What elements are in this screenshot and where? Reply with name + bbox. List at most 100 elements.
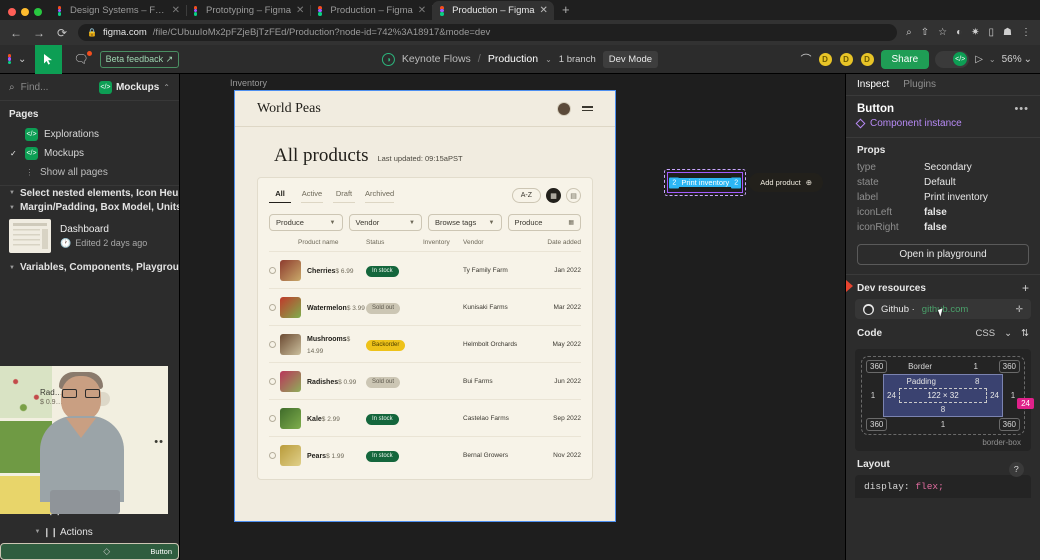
share-icon[interactable]: ⇧ (921, 27, 929, 38)
forward-icon[interactable]: → (32, 26, 46, 40)
video-call-thumbnail[interactable]: Rad… $ 0.9… Sold out stock stock •• (0, 366, 168, 514)
tab-plugins[interactable]: Plugins (903, 79, 936, 90)
close-tab-icon[interactable]: ✕ (418, 5, 426, 16)
maximize-window-button[interactable] (34, 8, 42, 16)
layer-row-button-selected[interactable]: ◇ Button (0, 543, 179, 560)
section-header-margin[interactable]: ▼ Margin/Padding, Box Model, Units (0, 199, 179, 215)
back-icon[interactable]: ← (9, 26, 23, 40)
tab-all[interactable]: All (269, 189, 291, 203)
filter-date[interactable]: Produce ▦ (507, 214, 581, 231)
component-instance-row[interactable]: Component instance (846, 118, 1040, 137)
zoom-icon[interactable]: ⌕ (906, 27, 912, 38)
move-tool-button[interactable] (35, 44, 63, 74)
layout-code-block[interactable]: ? display: flex; (855, 462, 1031, 498)
tab-archived[interactable]: Archived (365, 189, 395, 203)
figma-main-menu-button[interactable]: ⌄ (8, 54, 26, 65)
dev-mode-toggle[interactable]: </> (935, 50, 970, 68)
row-select-radio[interactable] (269, 340, 280, 348)
dev-resource-github[interactable]: ⬤ Github · github.com ✛ (855, 299, 1031, 319)
design-canvas[interactable]: Inventory World Peas All products Last u… (180, 74, 845, 560)
list-view-button[interactable]: ▤ (566, 188, 581, 203)
prop-value[interactable]: false (924, 207, 947, 218)
table-row[interactable]: Watermelon$ 3.99 Sold out Kunisaki Farms Ma… (269, 288, 581, 325)
window-controls[interactable] (6, 8, 50, 20)
share-button[interactable]: Share (880, 49, 930, 69)
branch-label[interactable]: 1 branch (559, 54, 596, 65)
resource-link[interactable]: github.com (922, 304, 968, 315)
code-settings-icon[interactable]: ⇅ (1021, 328, 1029, 339)
present-icon[interactable]: ▷ (975, 54, 983, 65)
row-select-radio[interactable] (269, 414, 280, 422)
filter-produce[interactable]: Produce ▼ (269, 214, 343, 231)
table-row[interactable]: Kale$ 2.99 In stock Castelao Farms Sep 2022 (269, 399, 581, 436)
chevron-down-icon[interactable]: ▼ (32, 529, 43, 535)
chevron-down-icon[interactable]: ⌄ (1004, 328, 1012, 339)
prop-value[interactable]: Print inventory (924, 192, 988, 203)
beta-feedback-button[interactable]: Beta feedback ↗ (99, 50, 180, 68)
search-input[interactable]: Find... (21, 82, 93, 93)
tab-draft[interactable]: Draft (333, 189, 355, 203)
collaborator-avatar[interactable]: D (859, 51, 875, 67)
sort-az-button[interactable]: A-Z (511, 188, 541, 203)
page-item-explorations[interactable]: </> Explorations (0, 125, 179, 144)
layer-row-actions[interactable]: ▼ ❙❙ Actions (0, 521, 179, 543)
table-row[interactable]: Pears$ 1.99 In stock Bernal Growers Nov 202… (269, 436, 581, 473)
browser-menu-icon[interactable]: ⋮ (1021, 27, 1031, 38)
tab-active[interactable]: Active (301, 189, 323, 203)
print-inventory-selection[interactable]: 2 Print inventory 2 (664, 169, 747, 196)
resource-action-icon[interactable]: ✛ (1015, 304, 1023, 315)
browser-tab[interactable]: Production – Figma ✕ (310, 1, 433, 20)
table-row[interactable]: Mushrooms$ 14.99 Backorder Helmbolt Orchar… (269, 325, 581, 362)
zoom-level-button[interactable]: 56% ⌄ (1002, 54, 1032, 65)
hamburger-menu-icon[interactable] (582, 106, 593, 111)
collaborator-avatar[interactable]: D (838, 51, 854, 67)
code-language-select[interactable]: CSS (976, 328, 996, 339)
help-icon[interactable]: ? (1009, 462, 1024, 477)
close-tab-icon[interactable]: ✕ (172, 5, 180, 16)
avatar[interactable] (558, 102, 570, 115)
add-product-button[interactable]: Add product ⊕ (749, 173, 823, 192)
grid-view-button[interactable]: ▦ (546, 188, 561, 203)
breadcrumb-file[interactable]: Production (488, 53, 538, 65)
sidepanel-icon[interactable]: ▯ (989, 27, 995, 38)
video-more-icon[interactable]: •• (154, 436, 164, 448)
new-tab-button[interactable]: + (554, 2, 578, 20)
page-selector-button[interactable]: </> Mockups ⌃ (98, 80, 170, 94)
table-row[interactable]: Radishes$ 0.99 Sold out Bui Farms Jun 2022 (269, 362, 581, 399)
page-item-show-all[interactable]: ⋮ Show all pages (0, 163, 179, 182)
print-inventory-button[interactable]: 2 Print inventory 2 (668, 173, 743, 192)
section-header-variables[interactable]: ▼ Variables, Components, Playground, Dev… (0, 259, 179, 275)
add-resource-button[interactable]: + (1022, 281, 1029, 295)
frame-name-label[interactable]: Inventory (230, 78, 267, 88)
avatar-icon[interactable]: ☗ (1003, 27, 1012, 38)
close-tab-icon[interactable]: ✕ (540, 5, 548, 16)
filter-browse-tags[interactable]: Browse tags ▼ (428, 214, 502, 231)
collaborator-avatar[interactable]: D (817, 51, 833, 67)
present-chevron-down-icon[interactable]: ⌄ (989, 55, 996, 64)
table-row[interactable]: Cherries$ 6.99 In stock Ty Family Farm Jan … (269, 251, 581, 288)
close-tab-icon[interactable]: ✕ (296, 5, 304, 16)
row-select-radio[interactable] (269, 303, 280, 311)
row-select-radio[interactable] (269, 377, 280, 385)
reload-icon[interactable]: ⟳ (55, 26, 69, 40)
row-select-radio[interactable] (269, 451, 280, 459)
comment-tool-button[interactable]: 🗨 (71, 51, 92, 66)
filter-vendor[interactable]: Vendor ▼ (348, 214, 422, 231)
file-chevron-down-icon[interactable]: ⌄ (545, 55, 552, 64)
close-window-button[interactable] (8, 8, 16, 16)
dev-mode-badge[interactable]: Dev Mode (602, 50, 659, 68)
open-in-playground-button[interactable]: Open in playground (857, 244, 1029, 265)
dashboard-thumbnail-row[interactable]: Dashboard 🕐 Edited 2 days ago (0, 215, 179, 259)
inventory-frame[interactable]: World Peas All products Last updated: 09… (234, 90, 616, 522)
address-bar[interactable]: 🔒 figma.com/file/CUbuuIoMx2pFZjeBjTzFEd/… (78, 24, 898, 41)
more-options-icon[interactable]: ••• (1014, 103, 1029, 115)
breadcrumb-project[interactable]: Keynote Flows (402, 53, 471, 65)
browser-tab[interactable]: Prototyping – Figma ✕ (186, 1, 312, 20)
bookmark-icon[interactable]: ☆ (938, 27, 947, 38)
page-item-mockups[interactable]: ✓ </> Mockups (0, 144, 179, 163)
extension-icon[interactable]: ✷ (971, 27, 979, 38)
browser-tab[interactable]: Design Systems – Figma ✕ (50, 1, 187, 20)
headphones-icon[interactable]: ⌒ (801, 51, 812, 67)
browser-tab-active[interactable]: Production – Figma ✕ (432, 1, 554, 20)
section-header-nested[interactable]: ▼ Select nested elements, Icon Heuristic… (0, 186, 179, 199)
